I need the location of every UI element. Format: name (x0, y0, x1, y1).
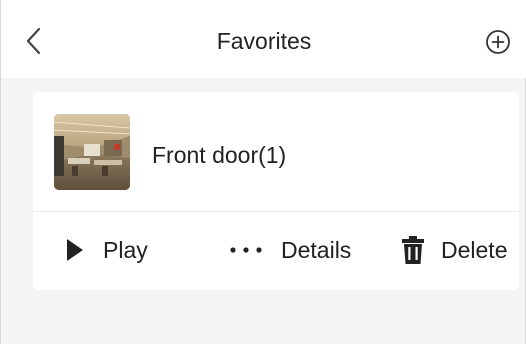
more-horizontal-icon (230, 247, 262, 253)
top-bar: Favorites (1, 0, 526, 78)
details-button[interactable]: Details (229, 234, 351, 266)
favorite-card-header[interactable]: Front door(1) (33, 92, 519, 212)
favorite-card: Front door(1) Play Details Delete (33, 92, 519, 290)
favorite-actions: Play Details Delete (33, 212, 519, 290)
page-title: Favorites (216, 28, 312, 54)
trash-icon (402, 236, 424, 264)
camera-thumbnail[interactable] (54, 114, 130, 190)
delete-button[interactable]: Delete (401, 234, 507, 266)
add-favorite-button[interactable] (485, 29, 511, 55)
play-label: Play (103, 236, 148, 263)
play-button[interactable]: Play (65, 234, 148, 266)
details-label: Details (281, 236, 352, 263)
play-icon (67, 239, 83, 261)
delete-label: Delete (441, 236, 508, 263)
app-screen: Favorites Front door(1) Play Details Del… (0, 0, 526, 344)
plus-circle-icon (486, 30, 510, 54)
camera-snapshot-image (54, 114, 130, 190)
device-name: Front door(1) (152, 142, 287, 168)
